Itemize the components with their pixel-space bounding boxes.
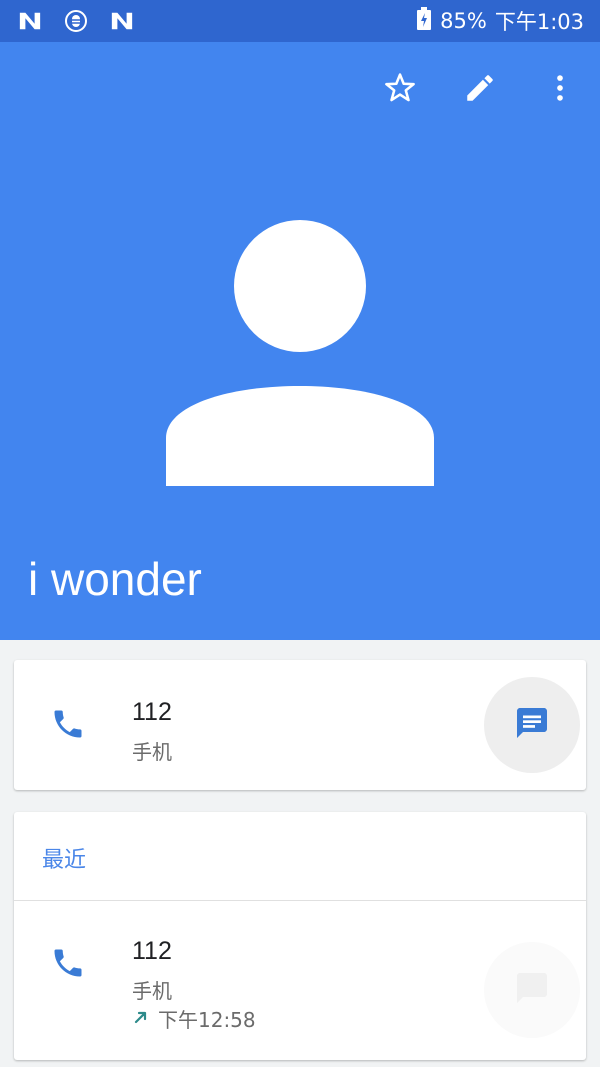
- send-message-button[interactable]: [484, 677, 580, 773]
- contact-name: i wonder: [28, 553, 202, 605]
- contact-header: i wonder: [0, 42, 600, 640]
- clock: 下午1:03: [494, 10, 584, 34]
- message-icon: [514, 705, 550, 745]
- send-message-button[interactable]: [484, 942, 580, 1038]
- recent-call-type: 手机: [132, 979, 172, 1003]
- notification-icons: [18, 9, 134, 33]
- recent-card: 最近 112 手机 下午12:58: [14, 812, 586, 1060]
- phone-type: 手机: [132, 740, 172, 764]
- n-logo-icon: [18, 9, 42, 33]
- bug-icon: [64, 9, 88, 33]
- battery-percent: 85%: [440, 9, 487, 33]
- edit-icon: [463, 71, 497, 109]
- recent-call-time-row: 下午12:58: [132, 1004, 256, 1033]
- recent-call-time: 下午12:58: [158, 1008, 256, 1032]
- person-icon: [166, 220, 434, 492]
- recent-section-title: 最近: [42, 848, 87, 873]
- edit-button[interactable]: [440, 64, 520, 116]
- phone-icon: [50, 945, 86, 981]
- battery-charging-icon: [416, 6, 432, 36]
- phone-card: 112 手机: [14, 660, 586, 790]
- outgoing-call-arrow-icon: [132, 1008, 150, 1030]
- recent-call-number: 112: [132, 937, 172, 965]
- favorite-button[interactable]: [360, 64, 440, 116]
- avatar: [166, 220, 434, 488]
- toolbar: [360, 64, 600, 116]
- more-options-button[interactable]: [520, 64, 600, 116]
- n-logo-icon: [110, 9, 134, 33]
- system-status: 85% 下午1:03: [416, 6, 584, 36]
- phone-icon: [50, 706, 86, 742]
- status-bar: 85% 下午1:03: [0, 0, 600, 42]
- message-icon: [514, 970, 550, 1010]
- phone-number: 112: [132, 698, 172, 726]
- more-vert-icon: [543, 71, 577, 109]
- star-icon: [383, 71, 417, 109]
